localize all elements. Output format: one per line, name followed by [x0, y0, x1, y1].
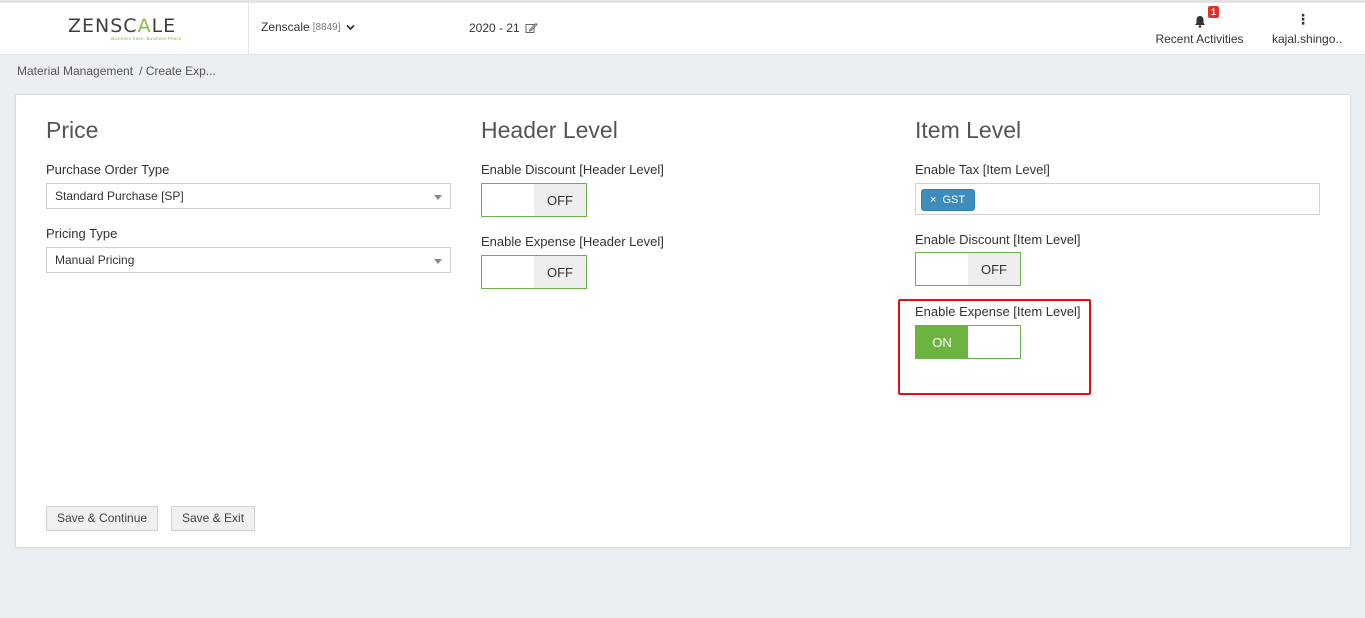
highlight-box	[898, 299, 1091, 395]
enable-discount-item-toggle[interactable]: OFF	[915, 252, 1021, 286]
pricing-type-label: Pricing Type	[46, 226, 118, 241]
breadcrumb-root[interactable]: Material Management	[17, 64, 133, 78]
tax-tag: × GST	[921, 189, 976, 211]
vertical-dots-icon[interactable]: ⋮	[1272, 11, 1334, 27]
financial-year-label: 2020 - 21	[469, 21, 520, 35]
logo-wordmark: ZENSCALE	[68, 15, 177, 37]
bell-icon	[1194, 16, 1205, 28]
remove-tag-icon[interactable]: ×	[930, 194, 936, 206]
purchase-order-type-select[interactable]: Standard Purchase [SP]	[46, 183, 451, 209]
company-name: Zenscale	[261, 20, 310, 34]
enable-tax-item-input[interactable]: × GST	[915, 183, 1320, 215]
zenscale-logo[interactable]: ZENSCALE Business Ease. Business Peace.	[68, 15, 183, 45]
top-bar: ZENSCALE Business Ease. Business Peace. …	[0, 0, 1365, 55]
company-code: [8849]	[312, 21, 341, 33]
financial-year[interactable]: 2020 - 21	[469, 21, 538, 35]
enable-tax-item-label: Enable Tax [Item Level]	[915, 162, 1050, 177]
chevron-down-icon	[345, 24, 355, 30]
tax-tag-label: GST	[942, 194, 966, 206]
pricing-type-value: Manual Pricing	[55, 253, 135, 267]
recent-activities-label: Recent Activities	[1155, 32, 1244, 46]
purchase-order-type-value: Standard Purchase [SP]	[55, 189, 184, 203]
enable-discount-header-toggle[interactable]: OFF	[481, 183, 587, 217]
edit-icon[interactable]	[525, 22, 538, 34]
toggle-state: OFF	[968, 253, 1020, 285]
company-selector[interactable]: Zenscale [8849]	[261, 20, 355, 34]
enable-expense-header-label: Enable Expense [Header Level]	[481, 234, 664, 249]
notification-badge: 1	[1208, 6, 1220, 18]
dropdown-caret-icon	[434, 259, 442, 264]
breadcrumb-current: / Create Exp...	[139, 64, 216, 78]
enable-discount-item-label: Enable Discount [Item Level]	[915, 232, 1081, 247]
item-level-section-title: Item Level	[915, 117, 1022, 143]
save-continue-button[interactable]: Save & Continue	[46, 506, 159, 531]
header-level-section-title: Header Level	[481, 117, 618, 143]
recent-activities[interactable]: 1 Recent Activities	[1152, 6, 1247, 46]
price-section-title: Price	[46, 117, 99, 143]
toggle-state: OFF	[534, 256, 586, 288]
user-name: kajal.shingo..	[1272, 32, 1343, 46]
save-exit-button[interactable]: Save & Exit	[171, 506, 256, 531]
enable-expense-header-toggle[interactable]: OFF	[481, 255, 587, 289]
user-menu[interactable]: ⋮ kajal.shingo..	[1272, 11, 1343, 46]
header-divider	[248, 3, 249, 55]
breadcrumb: Material Management / Create Exp...	[17, 64, 216, 78]
toggle-state: OFF	[534, 184, 586, 216]
settings-card: Price Purchase Order Type Standard Purch…	[15, 94, 1351, 548]
dropdown-caret-icon	[434, 195, 442, 200]
enable-discount-header-label: Enable Discount [Header Level]	[481, 162, 664, 177]
pricing-type-select[interactable]: Manual Pricing	[46, 247, 451, 273]
purchase-order-type-label: Purchase Order Type	[46, 162, 170, 177]
